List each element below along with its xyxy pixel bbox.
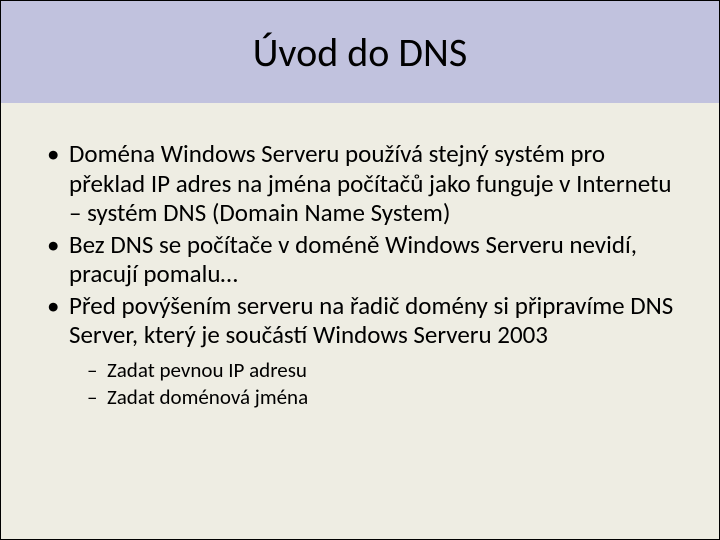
sub-bullet-item: Zadat pevnou IP adresu bbox=[85, 358, 679, 383]
bullet-item: Před povýšením serveru na řadič domény s… bbox=[41, 291, 679, 410]
sub-bullet-text: Zadat doménová jména bbox=[107, 384, 308, 410]
bullet-text: Před povýšením serveru na řadič domény s… bbox=[69, 290, 673, 351]
sub-bullet-list: Zadat pevnou IP adresu Zadat doménová jm… bbox=[85, 358, 679, 410]
bullet-list: Doména Windows Serveru používá stejný sy… bbox=[41, 139, 679, 410]
bullet-item: Bez DNS se počítače v doméně Windows Ser… bbox=[41, 230, 679, 289]
bullet-item: Doména Windows Serveru používá stejný sy… bbox=[41, 139, 679, 228]
slide-content: Doména Windows Serveru používá stejný sy… bbox=[1, 103, 719, 410]
sub-bullet-item: Zadat doménová jména bbox=[85, 385, 679, 410]
slide-title: Úvod do DNS bbox=[253, 28, 467, 77]
sub-bullet-text: Zadat pevnou IP adresu bbox=[107, 357, 307, 383]
bullet-text: Doména Windows Serveru používá stejný sy… bbox=[69, 138, 672, 228]
title-band: Úvod do DNS bbox=[1, 1, 719, 103]
bullet-text: Bez DNS se počítače v doméně Windows Ser… bbox=[69, 229, 637, 290]
